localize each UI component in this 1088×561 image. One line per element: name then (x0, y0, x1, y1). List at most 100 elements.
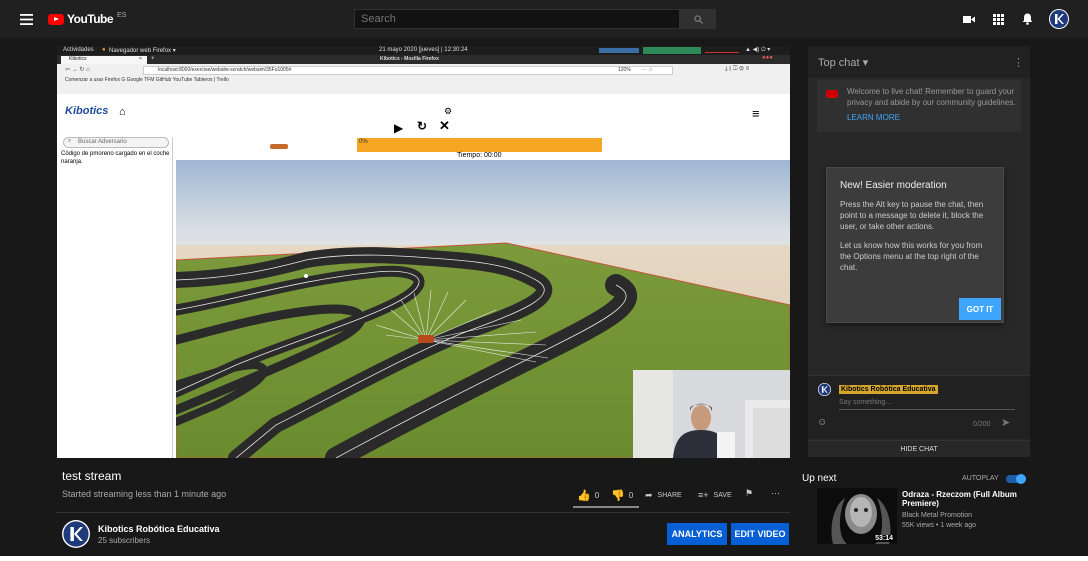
up-next-meta: 55K views • 1 week ago (902, 522, 977, 529)
apps-grid-icon[interactable] (991, 12, 1005, 26)
logo-text: YouTube (67, 12, 114, 26)
toggle-knob (1016, 474, 1026, 484)
notifications-bell-icon[interactable] (1020, 12, 1034, 26)
browser-tab[interactable]: Kibotics × (61, 56, 147, 64)
tab-title: Kibotics (69, 56, 87, 62)
up-next-title[interactable]: Odraza - Rzeczom (Full Album Premiere) (902, 490, 1022, 508)
got-it-button[interactable]: GOT IT (959, 298, 1001, 320)
chat-header: Top chat ▾ ⋮ (808, 46, 1030, 78)
up-next-heading: Up next (802, 473, 837, 484)
window-controls[interactable]: ●●● (762, 55, 773, 61)
kibotics-logo[interactable]: Kibotics (65, 105, 108, 117)
search-button[interactable] (680, 9, 716, 29)
hamburger-menu-icon[interactable]: ≡ (752, 106, 760, 121)
bookmarks-bar: Comenzar a usar Firefox G Google TFM Git… (65, 77, 229, 83)
youtube-small-icon (826, 90, 838, 98)
webcam-overlay (633, 370, 790, 458)
learn-more-link[interactable]: LEARN MORE (847, 112, 900, 123)
kibotics-avatar-icon (1050, 10, 1068, 28)
kibotics-avatar-icon (63, 521, 89, 547)
autoplay-label: AUTOPLAY (962, 475, 999, 482)
kibotics-avatar-icon (818, 383, 831, 396)
region-code: ES (117, 11, 127, 19)
stop-icon[interactable]: ✕ (439, 118, 450, 134)
gnome-activities: Actividades (63, 47, 94, 53)
reset-icon[interactable]: ↻ (417, 119, 427, 133)
like-count: 0 (594, 491, 600, 500)
page-actions-icon[interactable]: ··· ☆ (642, 67, 653, 73)
autoplay-toggle[interactable] (1006, 474, 1026, 484)
popup-title: New! Easier moderation (840, 180, 947, 191)
home-icon[interactable]: ⌂ (119, 106, 126, 118)
chat-input-underline (839, 409, 1015, 410)
stream-status: Started streaming less than 1 minute ago (62, 489, 227, 499)
sidebar-divider (172, 137, 173, 458)
car-mini-icon (270, 144, 288, 149)
chat-mode-dropdown[interactable]: Top chat ▾ (818, 57, 868, 69)
play-icon[interactable]: ▶ (394, 121, 403, 135)
tab-close-icon[interactable]: × (139, 56, 142, 62)
edit-video-button[interactable]: EDIT VIDEO (731, 523, 789, 545)
gnome-top-bar: Actividades ● Navegador web Firefox ▾ 21… (57, 46, 790, 55)
nav-back-forward-icon[interactable]: ⇦ → ↻ ⌂ (65, 66, 90, 73)
chat-input[interactable]: Say something... (839, 399, 891, 406)
save-button[interactable]: ≡+ SAVE (698, 490, 732, 500)
dislike-button[interactable]: 👎 0 (611, 489, 633, 502)
dislike-count: 0 (628, 491, 634, 500)
share-label: SHARE (657, 492, 682, 499)
gnome-app-menu: Navegador web Firefox ▾ (109, 48, 176, 54)
account-avatar[interactable] (1049, 9, 1069, 29)
youtube-play-icon (48, 13, 64, 25)
toolbar-icons[interactable]: ⤓ ∥ ◫ ⚙ ≡ (725, 66, 749, 73)
search-icon: ⌕ (68, 138, 72, 144)
system-monitor-cpu (599, 48, 639, 53)
send-icon[interactable]: ➤ (1001, 416, 1010, 429)
youtube-logo[interactable]: YouTube ES (48, 12, 126, 26)
create-video-icon[interactable] (962, 13, 976, 25)
race-timer: Tiempo: 00:00 (457, 152, 502, 159)
up-next-channel[interactable]: Black Metal Promotion (902, 512, 972, 519)
new-tab-icon[interactable]: + (151, 56, 155, 62)
thumbs-down-icon: 👎 (611, 490, 625, 502)
thumbs-up-icon: 👍 (577, 490, 591, 502)
youtube-app: YouTube ES Actividades ● Navegador web F… (0, 0, 1088, 556)
like-button[interactable]: 👍 0 (577, 489, 599, 502)
video-title: test stream (62, 469, 122, 483)
gnome-clock: 21 mayo 2020 [jueves] | 12:30:24 (379, 47, 468, 53)
chat-author-badge: Kibotics Robótica Educativa (839, 385, 938, 394)
save-label: SAVE (713, 491, 732, 499)
sentiment-bar (573, 506, 639, 508)
popup-text-2: Let us know how this works for you from … (840, 241, 983, 272)
char-counter: 0/200 (973, 421, 991, 428)
more-actions-icon[interactable]: ··· (771, 488, 780, 498)
video-player[interactable]: Actividades ● Navegador web Firefox ▾ 21… (57, 46, 790, 458)
chat-welcome-box: Welcome to live chat! Remember to guard … (817, 80, 1021, 132)
system-tray-icons: ▲ ◀) ⏻ ▾ (745, 47, 771, 53)
url-text: localhost:8000/exercise/website-scratch/… (158, 67, 292, 73)
url-bar[interactable]: localhost:8000/exercise/website-scratch/… (143, 66, 673, 75)
status-message: Código de pmoreno cargado en el coche na… (61, 151, 170, 165)
share-button[interactable]: ➦ SHARE (645, 490, 682, 501)
window-title: Kibotics - Mozilla Firefox (380, 56, 439, 62)
search-input[interactable] (354, 9, 680, 29)
subscriber-count: 25 subscribers (98, 536, 151, 545)
channel-name[interactable]: Kibotics Robótica Educativa (98, 524, 220, 534)
adversary-search-input[interactable]: ⌕ Buscar Adversario (63, 137, 169, 148)
emoji-icon[interactable]: ☺ (817, 417, 827, 428)
analytics-button[interactable]: ANALYTICS (667, 523, 727, 545)
channel-avatar[interactable] (62, 520, 90, 548)
video-duration: 53:14 (873, 535, 895, 542)
menu-icon[interactable] (18, 11, 34, 27)
up-next-thumbnail[interactable]: 53:14 (817, 488, 897, 544)
robot-config-icon[interactable]: ⚙ (444, 106, 452, 117)
search-icon (693, 14, 703, 24)
system-monitor-net (705, 49, 739, 53)
zoom-level: 120% (618, 67, 631, 73)
lap-progress-bar: 0% (357, 138, 602, 152)
system-monitor-mem (643, 47, 701, 54)
page-scrollbar[interactable] (1076, 38, 1088, 556)
report-flag-icon[interactable]: ⚑ (745, 488, 753, 499)
hide-chat-button[interactable]: HIDE CHAT (808, 440, 1030, 457)
welcome-text: Welcome to live chat! Remember to guard … (847, 87, 1016, 107)
chat-more-icon[interactable]: ⋮ (1013, 56, 1024, 69)
